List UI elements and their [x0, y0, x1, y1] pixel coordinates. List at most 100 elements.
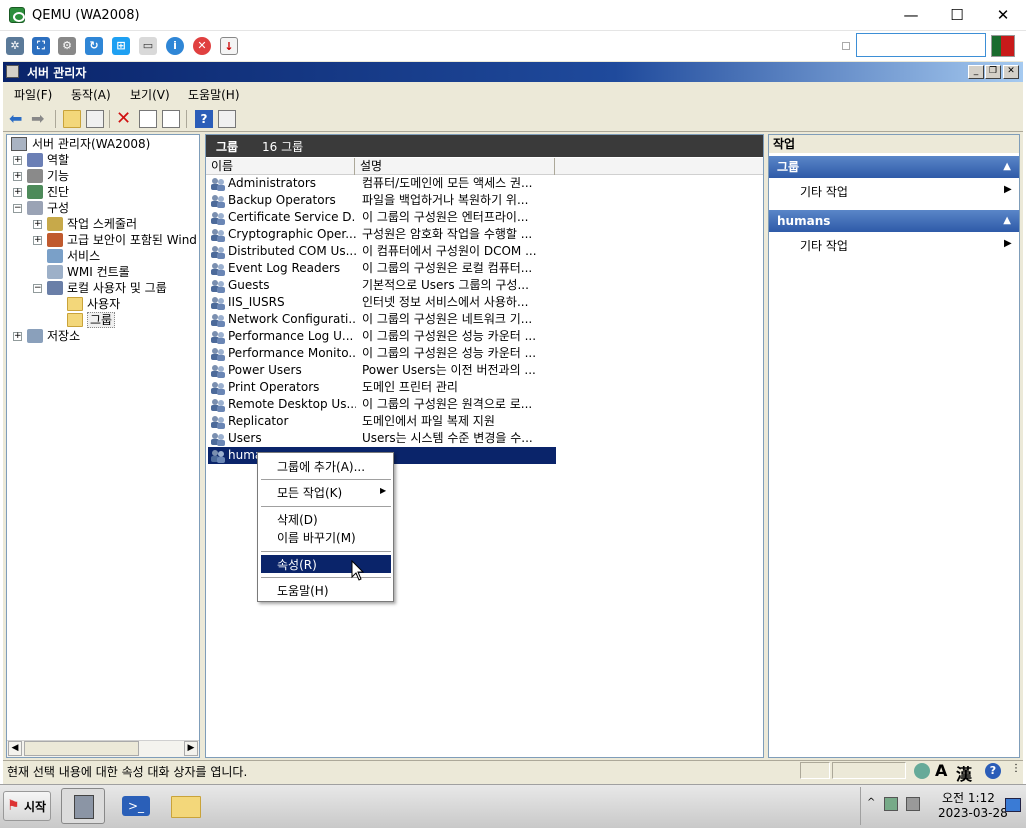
mmc-restore-button[interactable]: ❐	[985, 65, 1001, 79]
clock-time[interactable]: 오전 1:12	[942, 789, 995, 806]
scroll-left-button[interactable]: ◀	[8, 741, 22, 756]
collapse-up-icon[interactable]: ▲	[1003, 156, 1011, 178]
table-row[interactable]: Certificate Service D... 이 그룹의 구성원은 엔터프라이…	[208, 209, 556, 226]
collapse-up-icon[interactable]: ▲	[1003, 210, 1011, 232]
qemu-window-title: QEMU (WA2008)	[32, 8, 140, 23]
volume-muted-icon[interactable]	[906, 797, 920, 811]
taskbar-explorer[interactable]	[163, 788, 207, 824]
language-bar-icon[interactable]	[914, 763, 930, 779]
network-tray-icon[interactable]	[884, 797, 898, 811]
expand-plus-icon[interactable]: +	[33, 220, 42, 229]
search-checkbox-icon[interactable]	[842, 42, 850, 50]
menu-file[interactable]: 파일(F)	[14, 86, 52, 103]
tree-item-label: 진단	[47, 185, 70, 199]
mmc-title: 서버 관리자	[27, 66, 87, 80]
minimize-button[interactable]: —	[888, 0, 934, 31]
table-row[interactable]: IIS_IUSRS 인터넷 정보 서비스에서 사용하...	[208, 294, 556, 311]
forward-arrow-icon[interactable]: ➡	[31, 110, 49, 128]
action-section-humans[interactable]: humans ▲	[769, 210, 1019, 232]
collapse-minus-icon[interactable]: −	[33, 284, 42, 293]
table-row[interactable]: Backup Operators 파일을 백업하거나 복원하기 위...	[208, 192, 556, 209]
menu-action[interactable]: 동작(A)	[71, 86, 111, 103]
menu-view[interactable]: 보기(V)	[130, 86, 170, 103]
group-description: 이 그룹의 구성원은 성능 카운터 ...	[362, 329, 537, 343]
group-description: 기본적으로 Users 그룹의 구성...	[362, 278, 529, 292]
ctx-properties[interactable]: 속성(R)	[277, 556, 317, 573]
expand-plus-icon[interactable]: +	[13, 332, 22, 341]
expand-plus-icon[interactable]: +	[13, 188, 22, 197]
scroll-right-button[interactable]: ▶	[184, 741, 198, 756]
ctx-delete[interactable]: 삭제(D)	[277, 511, 318, 528]
ime-options-icon[interactable]: ⋮	[1011, 763, 1021, 774]
back-arrow-icon[interactable]: ⬅	[9, 110, 27, 128]
document-icon[interactable]: ▭	[139, 37, 157, 55]
group-name: Power Users	[228, 363, 302, 377]
table-row[interactable]: Distributed COM Us... 이 컴퓨터에서 구성원이 DCOM .…	[208, 243, 556, 260]
scroll-thumb[interactable]	[24, 741, 139, 756]
table-row[interactable]: Performance Log U... 이 그룹의 구성원은 성능 카운터 ..…	[208, 328, 556, 345]
settings-gear-icon[interactable]: ⚙	[58, 37, 76, 55]
export-list-icon[interactable]	[162, 110, 180, 128]
maximize-button[interactable]: ☐	[934, 0, 980, 31]
help-icon[interactable]: ?	[195, 110, 213, 128]
ime-hanja-icon[interactable]: 漢	[956, 761, 972, 785]
expand-plus-icon[interactable]: +	[13, 172, 22, 181]
close-button[interactable]: ✕	[980, 0, 1026, 31]
action-more-actions-humans[interactable]: 기타 작업	[800, 237, 848, 254]
column-description-header[interactable]: 설명	[355, 158, 555, 175]
up-folder-icon[interactable]	[63, 110, 81, 128]
mmc-close-button[interactable]: ✕	[1003, 65, 1019, 79]
action-more-actions-groups[interactable]: 기타 작업	[800, 183, 848, 200]
table-row[interactable]: Power Users Power Users는 이전 버전과의 ...	[208, 362, 556, 379]
ime-help-icon[interactable]: ?	[985, 763, 1001, 779]
delete-icon[interactable]: ✕	[116, 110, 134, 128]
action-section-groups[interactable]: 그룹 ▲	[769, 156, 1019, 178]
fullscreen-icon[interactable]: ⛶	[32, 37, 50, 55]
clock-date[interactable]: 2023-03-28	[938, 806, 1008, 820]
column-name-header[interactable]: 이름	[206, 158, 355, 175]
table-row[interactable]: Users Users는 시스템 수준 변경을 수...	[208, 430, 556, 447]
taskbar-powershell[interactable]: >_	[114, 788, 158, 824]
ctx-add-to-group[interactable]: 그룹에 추가(A)...	[277, 458, 365, 475]
table-row[interactable]: Event Log Readers 이 그룹의 구성원은 로컬 컴퓨터...	[208, 260, 556, 277]
show-action-pane-icon[interactable]	[218, 110, 236, 128]
show-desktop-icon[interactable]	[1005, 798, 1021, 812]
mmc-minimize-button[interactable]: _	[968, 65, 984, 79]
menu-help[interactable]: 도움말(H)	[188, 86, 240, 103]
table-row[interactable]: Remote Desktop Us... 이 그룹의 구성원은 원격으로 로...	[208, 396, 556, 413]
search-input[interactable]	[856, 33, 986, 57]
submenu-arrow-icon: ▶	[1004, 184, 1012, 195]
table-row[interactable]: Network Configurati... 이 그룹의 구성원은 네트워크 기.…	[208, 311, 556, 328]
download-icon[interactable]: ↓	[220, 37, 238, 55]
stop-icon[interactable]: ✕	[193, 37, 211, 55]
ime-alpha-icon[interactable]: A	[935, 761, 947, 780]
table-row[interactable]: Performance Monito... 이 그룹의 구성원은 성능 카운터 .…	[208, 345, 556, 362]
collapse-minus-icon[interactable]: −	[13, 204, 22, 213]
server-manager-icon	[6, 65, 19, 78]
show-hide-tree-icon[interactable]	[86, 110, 104, 128]
ctx-separator	[261, 577, 391, 578]
ctx-rename[interactable]: 이름 바꾸기(M)	[277, 529, 356, 546]
table-row[interactable]: Guests 기본적으로 Users 그룹의 구성...	[208, 277, 556, 294]
keyboard-flag-icon[interactable]	[991, 35, 1015, 57]
refresh-icon[interactable]: ↻	[85, 37, 103, 55]
ctx-help[interactable]: 도움말(H)	[277, 582, 329, 599]
group-name: IIS_IUSRS	[228, 295, 285, 309]
network-icon[interactable]: ✲	[6, 37, 24, 55]
table-row[interactable]: Administrators 컴퓨터/도메인에 모든 액세스 권...	[208, 175, 556, 192]
expand-plus-icon[interactable]: +	[33, 236, 42, 245]
group-name: Remote Desktop Us...	[228, 397, 356, 411]
taskbar-server-manager[interactable]	[61, 788, 105, 824]
expand-plus-icon[interactable]: +	[13, 156, 22, 165]
group-icon	[210, 211, 226, 225]
show-hidden-icons[interactable]: ^	[867, 797, 875, 808]
start-button[interactable]: ⚑ 시작	[3, 791, 51, 821]
windows-logo-icon[interactable]: ⊞	[112, 37, 130, 55]
node-icon	[27, 201, 43, 215]
info-icon[interactable]: i	[166, 37, 184, 55]
properties-icon[interactable]	[139, 110, 157, 128]
table-row[interactable]: Print Operators 도메인 프린터 관리	[208, 379, 556, 396]
table-row[interactable]: Cryptographic Oper... 구성원은 암호화 작업을 수행할 ..…	[208, 226, 556, 243]
ctx-all-tasks[interactable]: 모든 작업(K)	[277, 484, 342, 501]
table-row[interactable]: Replicator 도메인에서 파일 복제 지원	[208, 413, 556, 430]
